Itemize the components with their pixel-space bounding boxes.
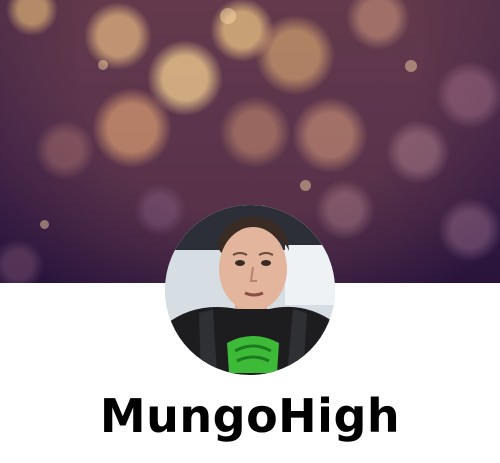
bokeh-light bbox=[98, 60, 108, 70]
user-photo-avatar-icon bbox=[165, 205, 335, 375]
bokeh-light bbox=[40, 220, 49, 229]
profile-card: MungoHigh bbox=[0, 0, 500, 463]
bokeh-light bbox=[300, 180, 311, 191]
bokeh-light bbox=[220, 8, 236, 24]
bokeh-light bbox=[405, 60, 417, 72]
username: MungoHigh bbox=[99, 389, 401, 443]
avatar[interactable] bbox=[165, 205, 335, 375]
